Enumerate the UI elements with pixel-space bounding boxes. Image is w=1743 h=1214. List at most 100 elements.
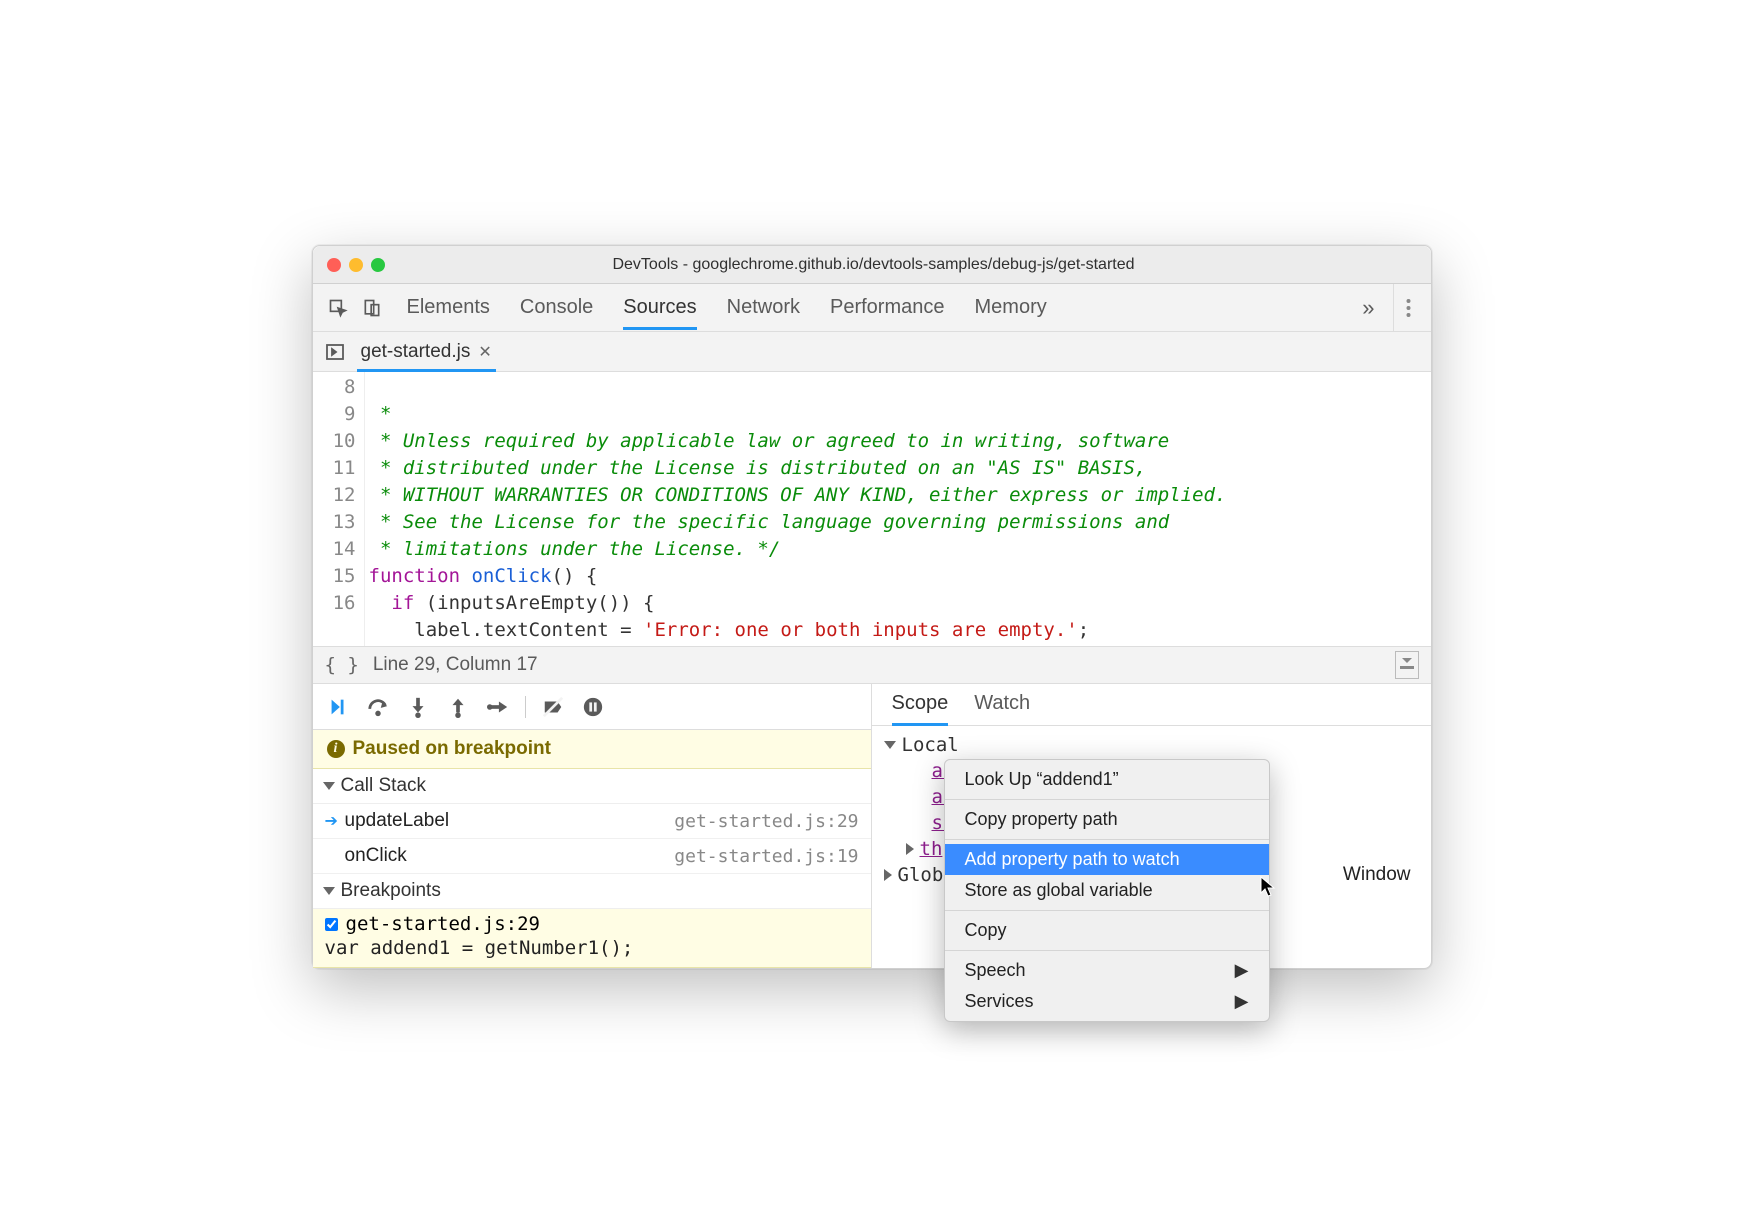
chevron-right-icon: [906, 843, 914, 855]
info-icon: i: [327, 740, 345, 758]
callstack-item[interactable]: onClick get-started.js:19: [313, 839, 871, 874]
line-number: 9: [329, 401, 356, 428]
tab-sources[interactable]: Sources: [623, 286, 696, 329]
titlebar: DevTools - googlechrome.github.io/devtoo…: [313, 246, 1431, 284]
debugger-left-pane: i Paused on breakpoint Call Stack ➔ upda…: [313, 684, 872, 968]
code-line: * limitations under the License. */: [369, 538, 781, 560]
context-menu-services[interactable]: Services ▶: [945, 986, 1269, 1017]
breakpoint-item[interactable]: get-started.js:29 var addend1 = getNumbe…: [313, 909, 871, 968]
close-window-button[interactable]: [327, 258, 341, 272]
callstack-loc: get-started.js:19: [674, 846, 858, 867]
step-out-icon[interactable]: [447, 696, 469, 718]
step-icon[interactable]: [487, 696, 509, 718]
line-number: 13: [329, 509, 356, 536]
window-title: DevTools - googlechrome.github.io/devtoo…: [385, 256, 1363, 274]
settings-menu-icon[interactable]: [1393, 284, 1423, 331]
code-editor[interactable]: 8 9 10 11 12 13 14 15 16 * * Unless requ…: [313, 372, 1431, 646]
chevron-right-icon: [884, 869, 892, 881]
current-frame-icon: ➔: [325, 811, 345, 831]
context-menu-speech[interactable]: Speech ▶: [945, 955, 1269, 986]
code-line: * WITHOUT WARRANTIES OR CONDITIONS OF AN…: [369, 484, 1227, 506]
paused-label: Paused on breakpoint: [353, 738, 551, 760]
step-over-icon[interactable]: [367, 696, 389, 718]
line-number: 14: [329, 536, 356, 563]
cursor-position: Line 29, Column 17: [373, 654, 538, 676]
chevron-right-icon: ▶: [1235, 960, 1249, 981]
main-tabs: Elements Console Sources Network Perform…: [407, 286, 1353, 329]
debug-toolbar: [313, 684, 871, 730]
tab-elements[interactable]: Elements: [407, 286, 490, 329]
pause-on-exceptions-icon[interactable]: [582, 696, 604, 718]
chevron-right-icon: ▶: [1235, 991, 1249, 1012]
callstack-fn: updateLabel: [345, 810, 675, 832]
callstack-item[interactable]: ➔ updateLabel get-started.js:29: [313, 804, 871, 839]
line-number: 15: [329, 563, 356, 590]
scope-local-header[interactable]: Local: [872, 732, 1431, 758]
editor-statusbar: { } Line 29, Column 17: [313, 646, 1431, 684]
file-tab-label: get-started.js: [361, 341, 471, 363]
device-toolbar-icon[interactable]: [355, 298, 389, 318]
line-number: 12: [329, 482, 356, 509]
breakpoint-code: var addend1 = getNumber1();: [325, 937, 859, 959]
code-line: * Unless required by applicable law or a…: [369, 430, 1170, 452]
tab-console[interactable]: Console: [520, 286, 593, 329]
close-file-icon[interactable]: ✕: [478, 342, 491, 362]
code-line: if (inputsAreEmpty()) {: [369, 592, 655, 614]
file-tab-get-started[interactable]: get-started.js ✕: [349, 333, 504, 371]
line-number: 8: [329, 374, 356, 401]
panel-tabbar: Elements Console Sources Network Perform…: [313, 284, 1431, 332]
line-number: 10: [329, 428, 356, 455]
line-number: 11: [329, 455, 356, 482]
scope-window-label: Window: [1343, 864, 1411, 886]
resume-icon[interactable]: [327, 696, 349, 718]
code-line: function onClick() {: [369, 565, 598, 587]
scope-body: Local addend1 ad su th: [872, 726, 1431, 894]
chevron-down-icon: [323, 887, 335, 895]
breakpoints-header-label: Breakpoints: [341, 880, 441, 902]
cursor-icon: [1260, 876, 1276, 898]
pretty-print-icon[interactable]: { }: [325, 654, 359, 676]
tab-memory[interactable]: Memory: [975, 286, 1047, 329]
callstack-fn: onClick: [345, 845, 675, 867]
tab-watch[interactable]: Watch: [974, 692, 1030, 725]
context-menu-store-global[interactable]: Store as global variable: [945, 875, 1269, 906]
line-gutter: 8 9 10 11 12 13 14 15 16: [313, 372, 365, 646]
traffic-lights: [327, 258, 385, 272]
context-menu-copy-path[interactable]: Copy property path: [945, 804, 1269, 835]
minimize-window-button[interactable]: [349, 258, 363, 272]
context-menu-copy[interactable]: Copy: [945, 915, 1269, 946]
inspect-element-icon[interactable]: [321, 298, 355, 318]
tabs-overflow-icon[interactable]: »: [1352, 295, 1384, 321]
scope-tabs: Scope Watch: [872, 684, 1431, 726]
debugger-pane: i Paused on breakpoint Call Stack ➔ upda…: [313, 684, 1431, 968]
context-menu-lookup[interactable]: Look Up “addend1”: [945, 764, 1269, 795]
coverage-dropdown-icon[interactable]: [1395, 651, 1419, 679]
code-line: label.textContent = 'Error: one or both …: [369, 619, 1090, 641]
code-line: * distributed under the License is distr…: [369, 457, 1147, 479]
zoom-window-button[interactable]: [371, 258, 385, 272]
code-content: * * Unless required by applicable law or…: [365, 372, 1431, 646]
file-tabs: get-started.js ✕: [313, 332, 1431, 372]
code-line: * See the License for the specific langu…: [369, 511, 1170, 533]
tab-network[interactable]: Network: [727, 286, 800, 329]
debugger-right-pane: Scope Watch Local addend1 ad su: [872, 684, 1431, 968]
chevron-down-icon: [323, 782, 335, 790]
tab-scope[interactable]: Scope: [892, 692, 949, 725]
navigator-toggle-icon[interactable]: [321, 342, 349, 362]
line-number: 16: [329, 590, 356, 617]
chevron-down-icon: [884, 741, 896, 749]
step-into-icon[interactable]: [407, 696, 429, 718]
tab-performance[interactable]: Performance: [830, 286, 945, 329]
breakpoint-checkbox[interactable]: [325, 918, 338, 931]
callstack-loc: get-started.js:29: [674, 811, 858, 832]
code-line: *: [369, 403, 392, 425]
devtools-window: DevTools - googlechrome.github.io/devtoo…: [312, 245, 1432, 969]
breakpoint-file: get-started.js:29: [346, 913, 540, 935]
callstack-header-label: Call Stack: [341, 775, 427, 797]
callstack-header[interactable]: Call Stack: [313, 769, 871, 804]
context-menu-add-watch[interactable]: Add property path to watch: [945, 844, 1269, 875]
paused-banner: i Paused on breakpoint: [313, 730, 871, 769]
breakpoints-header[interactable]: Breakpoints: [313, 874, 871, 909]
deactivate-breakpoints-icon[interactable]: [542, 696, 564, 718]
context-menu: Look Up “addend1” Copy property path Add…: [944, 759, 1270, 1022]
